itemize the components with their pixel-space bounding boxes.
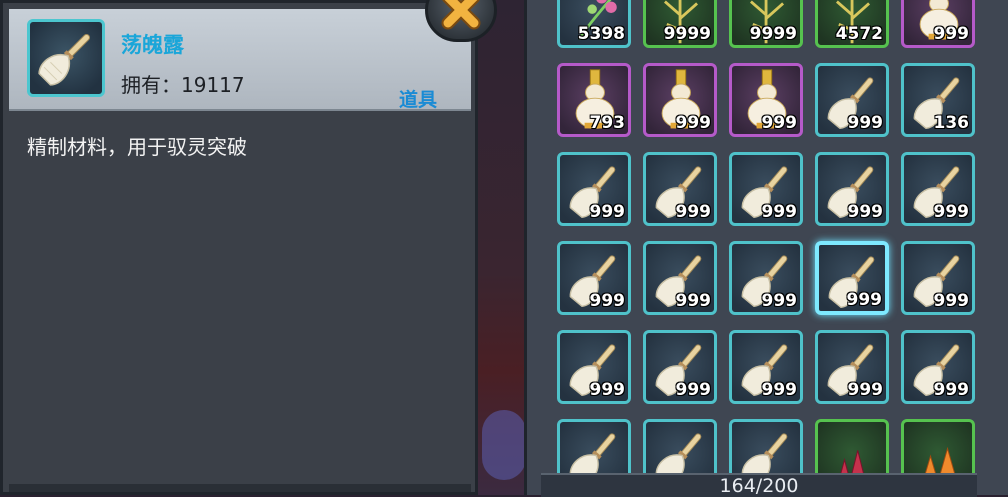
slot-quantity: 9999 [749,24,797,44]
item-owned-count: 拥有：19117 [121,69,245,98]
item-detail-panel: 荡魄露 拥有：19117 道具 精制材料，用于驭灵突破 [0,0,478,495]
owned-value: 19117 [181,73,245,97]
inventory-slot[interactable]: 999 [901,241,975,315]
inventory-slot[interactable]: 999 [901,152,975,226]
inventory-slot[interactable]: 9999 [729,0,803,48]
item-name: 荡魄露 [121,33,184,57]
slot-quantity: 5398 [577,24,625,44]
inventory-slot[interactable]: 999 [729,241,803,315]
close-icon [441,0,481,30]
inventory-slot[interactable]: 793 [557,63,631,137]
slot-quantity: 999 [933,380,970,400]
item-type-tag: 道具 [398,89,437,111]
slot-quantity: 999 [675,202,712,222]
inventory-slot[interactable]: 999 [729,152,803,226]
backdrop-cloud [482,410,526,480]
slot-quantity: 793 [589,113,626,133]
inventory-slot[interactable]: 999 [643,241,717,315]
inventory-slot[interactable]: 999 [901,0,975,48]
inventory-slot[interactable]: 999 [557,241,631,315]
inventory-slot[interactable]: 999 [901,330,975,404]
slot-quantity: 999 [933,202,970,222]
scene-backdrop [478,0,526,495]
slot-quantity: 999 [847,202,884,222]
slot-quantity: 999 [847,380,884,400]
slot-quantity: 999 [761,202,798,222]
inventory-slot[interactable]: 5398 [557,0,631,48]
slot-quantity: 999 [761,113,798,133]
slot-quantity: 999 [933,291,970,311]
slot-quantity: 999 [847,113,884,133]
inventory-slot[interactable]: 9999 [643,0,717,48]
selected-item-icon [27,19,105,97]
slot-quantity: 4572 [835,24,883,44]
inventory-slot[interactable]: 4572 [815,0,889,48]
slot-quantity: 999 [675,380,712,400]
inventory-slot[interactable]: 999 [729,63,803,137]
close-button[interactable] [425,0,497,42]
slot-quantity: 999 [675,113,712,133]
slot-quantity: 999 [675,291,712,311]
panel-bottom-edge [9,484,471,492]
inventory-slot[interactable]: 999 [729,330,803,404]
slot-quantity: 999 [761,380,798,400]
inventory-slot[interactable]: 999 [643,330,717,404]
inventory-slot[interactable]: 999 [815,241,889,315]
spirit-bottle-icon [38,33,91,86]
inventory-slot[interactable]: 999 [815,63,889,137]
inventory-slot[interactable]: 999 [557,330,631,404]
inventory-panel: 5398 9999 9999 4572 999 793 999 999 999 … [524,0,1008,497]
inventory-slot[interactable]: 999 [557,152,631,226]
capacity-text: 164/200 [719,475,799,497]
inventory-slot[interactable]: 999 [643,63,717,137]
item-description: 精制材料，用于驭灵突破 [27,135,247,159]
owned-label: 拥有： [121,73,181,97]
slot-quantity: 999 [933,24,970,44]
inventory-slot[interactable]: 136 [901,63,975,137]
slot-quantity: 999 [589,291,626,311]
item-detail-header: 荡魄露 拥有：19117 道具 [9,9,471,111]
slot-quantity: 999 [589,202,626,222]
inventory-slot[interactable]: 999 [815,330,889,404]
inventory-slot[interactable]: 999 [815,152,889,226]
slot-quantity: 999 [589,380,626,400]
slot-quantity: 999 [846,290,883,310]
capacity-bar: 164/200 [541,473,977,497]
slot-quantity: 9999 [663,24,711,44]
slot-quantity: 999 [761,291,798,311]
slot-quantity: 136 [933,113,970,133]
inventory-slot[interactable]: 999 [643,152,717,226]
